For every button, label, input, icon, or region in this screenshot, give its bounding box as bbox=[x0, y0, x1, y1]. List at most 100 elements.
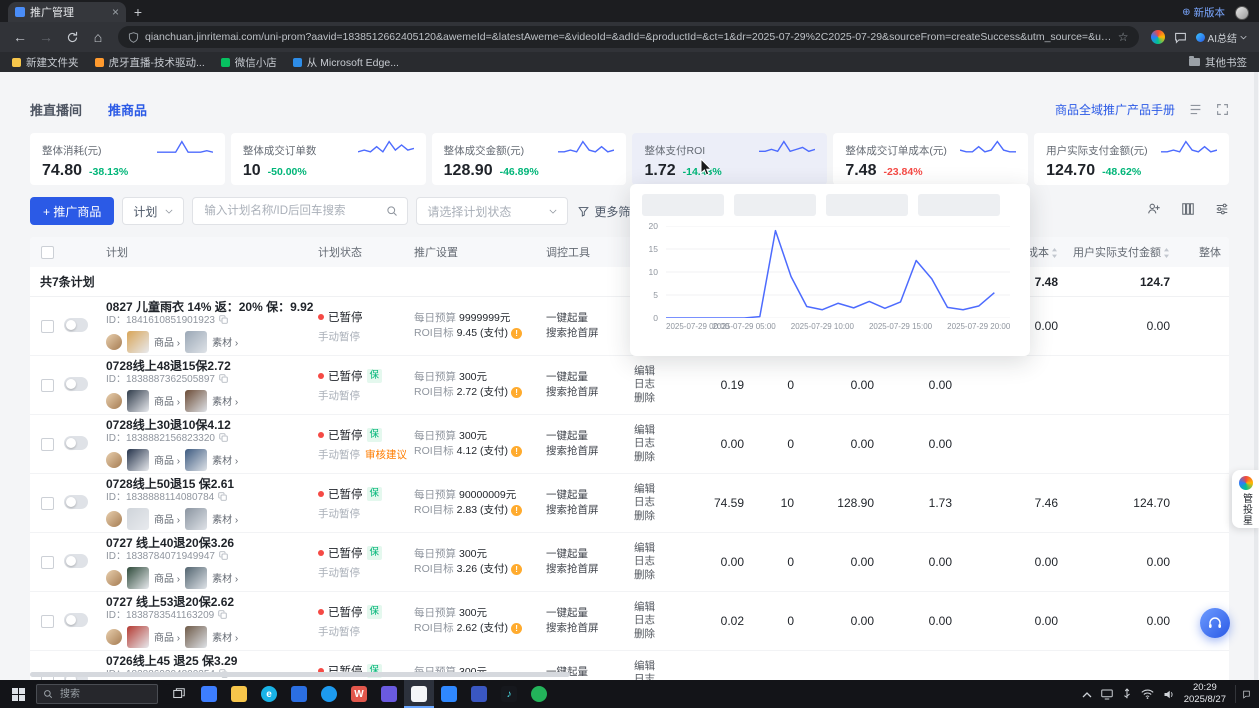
row-checkbox[interactable] bbox=[41, 556, 54, 569]
add-promotion-button[interactable]: + 推广商品 bbox=[30, 197, 114, 225]
edit-link[interactable]: 编辑 bbox=[634, 483, 680, 497]
stat-card-5[interactable]: 整体成交订单成本(元)7.48-23.84% bbox=[833, 133, 1028, 185]
product-link[interactable]: 商品 › bbox=[154, 570, 180, 585]
material-thumb[interactable] bbox=[185, 626, 207, 648]
log-link[interactable]: 日志 bbox=[634, 614, 680, 628]
search-top-screen-link[interactable]: 搜索抢首屏 bbox=[546, 621, 634, 636]
plan-status-select[interactable]: 请选择计划状态 bbox=[416, 197, 568, 225]
one-key-boost-link[interactable]: 一键起量 bbox=[546, 488, 634, 503]
product-thumb[interactable] bbox=[127, 567, 149, 589]
app-blue-square-button[interactable] bbox=[284, 680, 314, 708]
plan-title[interactable]: 0827 儿童雨衣 14% 返：20% 保：9.92 bbox=[106, 300, 318, 314]
material-thumb[interactable] bbox=[185, 508, 207, 530]
one-key-boost-link[interactable]: 一键起量 bbox=[546, 370, 634, 385]
task-view-button[interactable] bbox=[164, 680, 194, 708]
app-violet-button[interactable] bbox=[374, 680, 404, 708]
bookmark-item[interactable]: 虎牙直播-技术驱动... bbox=[95, 55, 205, 70]
product-link[interactable]: 商品 › bbox=[154, 334, 180, 349]
taskbar-clock[interactable]: 20:29 2025/8/27 bbox=[1184, 682, 1226, 706]
info-icon[interactable]: ! bbox=[511, 505, 522, 516]
ai-summary-button[interactable]: AI总结 bbox=[1196, 30, 1247, 45]
other-bookmarks-button[interactable]: 其他书签 bbox=[1189, 55, 1247, 70]
info-icon[interactable]: ! bbox=[511, 446, 522, 457]
plan-toggle[interactable] bbox=[64, 377, 88, 391]
info-icon[interactable]: ! bbox=[511, 387, 522, 398]
copy-icon[interactable] bbox=[219, 374, 228, 387]
copy-icon[interactable] bbox=[219, 433, 228, 446]
plan-toggle[interactable] bbox=[64, 554, 88, 568]
wps-button[interactable]: W bbox=[344, 680, 374, 708]
search-top-screen-link[interactable]: 搜索抢首屏 bbox=[546, 326, 634, 341]
plan-title[interactable]: 0727 线上40退20保3.26 bbox=[106, 536, 318, 550]
tray-expand-icon[interactable] bbox=[1082, 691, 1092, 698]
tab-live-room[interactable]: 推直播间 bbox=[30, 100, 82, 119]
edit-link[interactable]: 编辑 bbox=[634, 424, 680, 438]
product-thumb[interactable] bbox=[127, 626, 149, 648]
row-checkbox[interactable] bbox=[41, 379, 54, 392]
plan-toggle[interactable] bbox=[64, 613, 88, 627]
info-icon[interactable]: ! bbox=[511, 623, 522, 634]
app-blue-circle-button[interactable] bbox=[314, 680, 344, 708]
plan-filter-select[interactable]: 计划 bbox=[122, 197, 184, 225]
plan-toggle[interactable] bbox=[64, 318, 88, 332]
info-icon[interactable]: ! bbox=[511, 564, 522, 575]
material-link[interactable]: 素材 › bbox=[212, 511, 238, 526]
plan-search-box[interactable] bbox=[192, 197, 408, 225]
one-key-boost-link[interactable]: 一键起量 bbox=[546, 606, 634, 621]
stat-card-6[interactable]: 用户实际支付金额(元)124.70-48.62% bbox=[1034, 133, 1229, 185]
log-link[interactable]: 日志 bbox=[634, 555, 680, 569]
product-thumb[interactable] bbox=[127, 331, 149, 353]
wechat-button[interactable] bbox=[524, 680, 554, 708]
plan-avatar[interactable] bbox=[106, 334, 122, 350]
fullscreen-icon[interactable] bbox=[1216, 103, 1229, 116]
monitor-icon[interactable] bbox=[1101, 689, 1113, 700]
refresh-button[interactable] bbox=[60, 25, 84, 49]
help-button[interactable] bbox=[1200, 608, 1230, 638]
plan-avatar[interactable] bbox=[106, 452, 122, 468]
sidebar-chat-icon[interactable] bbox=[1174, 31, 1187, 44]
material-link[interactable]: 素材 › bbox=[212, 629, 238, 644]
delete-link[interactable]: 删除 bbox=[634, 628, 680, 642]
audit-suggestion-link[interactable]: 审核建议 bbox=[365, 447, 407, 462]
tab-close-icon[interactable]: × bbox=[112, 6, 119, 18]
delete-link[interactable]: 删除 bbox=[634, 451, 680, 465]
search-icon[interactable] bbox=[386, 205, 398, 217]
plan-toggle[interactable] bbox=[64, 495, 88, 509]
chat-app-button[interactable] bbox=[404, 680, 434, 708]
log-link[interactable]: 日志 bbox=[634, 378, 680, 392]
home-button[interactable]: ⌂ bbox=[86, 25, 110, 49]
vertical-scrollbar[interactable] bbox=[1254, 72, 1258, 680]
stat-card-1[interactable]: 整体消耗(元)74.80-38.13% bbox=[30, 133, 225, 185]
notification-center-icon[interactable] bbox=[1235, 685, 1251, 703]
product-link[interactable]: 商品 › bbox=[154, 629, 180, 644]
row-checkbox[interactable] bbox=[41, 438, 54, 451]
file-explorer-button[interactable] bbox=[224, 680, 254, 708]
bookmark-item[interactable]: 从 Microsoft Edge... bbox=[293, 55, 399, 70]
share-plans-icon[interactable] bbox=[1147, 202, 1161, 221]
sort-icon[interactable] bbox=[1051, 248, 1058, 258]
app-azure-button[interactable] bbox=[434, 680, 464, 708]
plan-avatar[interactable] bbox=[106, 511, 122, 527]
browser-profile-avatar[interactable] bbox=[1235, 6, 1249, 20]
back-button[interactable]: ← bbox=[8, 25, 32, 49]
guantouxing-widget[interactable]: 管投星 bbox=[1232, 470, 1259, 528]
one-key-boost-link[interactable]: 一键起量 bbox=[546, 311, 634, 326]
plan-avatar[interactable] bbox=[106, 393, 122, 409]
wifi-icon[interactable] bbox=[1141, 689, 1154, 699]
product-thumb[interactable] bbox=[127, 508, 149, 530]
row-checkbox[interactable] bbox=[41, 320, 54, 333]
material-link[interactable]: 素材 › bbox=[212, 393, 238, 408]
app-navy-button[interactable] bbox=[464, 680, 494, 708]
material-thumb[interactable] bbox=[185, 567, 207, 589]
plan-avatar[interactable] bbox=[106, 629, 122, 645]
plan-title[interactable]: 0728线上30退10保4.12 bbox=[106, 418, 318, 432]
one-key-boost-link[interactable]: 一键起量 bbox=[546, 429, 634, 444]
stat-card-3[interactable]: 整体成交金额(元)128.90-46.89% bbox=[432, 133, 627, 185]
edit-link[interactable]: 编辑 bbox=[634, 542, 680, 556]
widgets-app-button[interactable] bbox=[194, 680, 224, 708]
one-key-boost-link[interactable]: 一键起量 bbox=[546, 547, 634, 562]
header-user-pay[interactable]: 用户实际支付金额 bbox=[1066, 244, 1178, 260]
product-thumb[interactable] bbox=[127, 390, 149, 412]
copy-icon[interactable] bbox=[219, 315, 228, 328]
tab-promote-product[interactable]: 推商品 bbox=[108, 100, 147, 119]
